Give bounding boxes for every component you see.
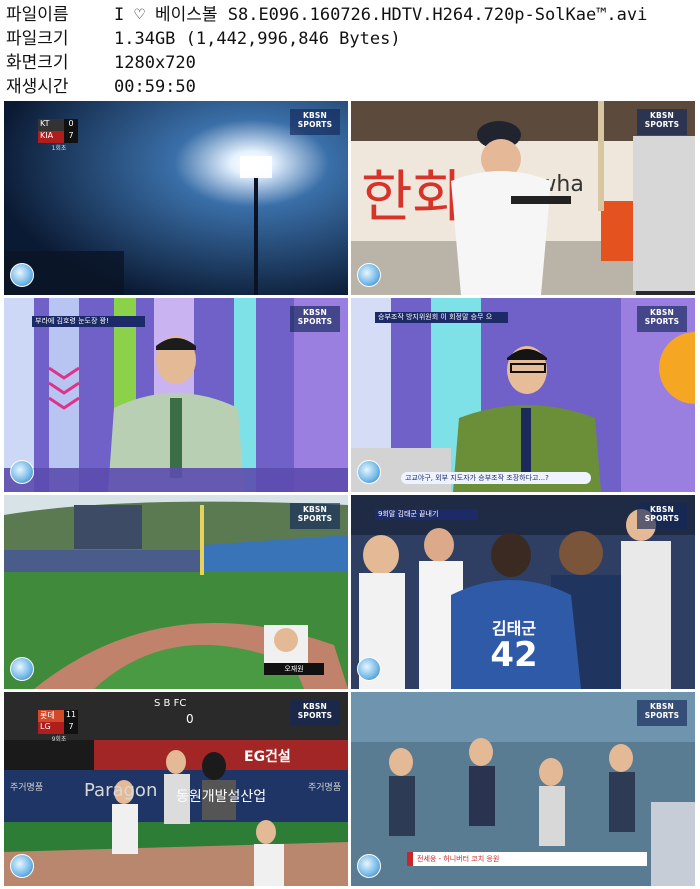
team-runs: 7 — [64, 722, 78, 734]
team-runs: 0 — [64, 119, 78, 131]
team-name: 롯데 — [38, 710, 64, 722]
channel-bug: KBSN SPORTS — [290, 109, 340, 135]
show-logo-icon — [357, 854, 381, 878]
ad-text: 주거명품 — [10, 783, 44, 793]
scoreboard: KT 0 KIA 7 1회초 — [38, 119, 80, 152]
thumbnail-8[interactable]: 전세웅 - 허니버터 코치 응원 KBSN SPORTS — [351, 692, 695, 886]
team-name: KT — [38, 119, 64, 131]
ad-text: Paragon — [84, 780, 158, 801]
sign-text: 한화 — [361, 165, 464, 230]
show-logo-icon — [10, 460, 34, 484]
field-board-number: 0 — [186, 712, 194, 726]
info-row-duration: 재생시간 00:59:50 — [6, 75, 700, 99]
scoreboard-name: 오재원 — [264, 663, 324, 675]
team-name: KIA — [38, 131, 64, 143]
inning-label: 9회초 — [51, 736, 67, 743]
info-key: 파일크기 — [6, 29, 69, 49]
ad-text: 동원개발설산업 — [176, 789, 267, 805]
info-value: 1280x720 — [114, 53, 196, 73]
channel-bug: KBSN SPORTS — [637, 306, 687, 332]
channel-name: KBSN SPORTS — [644, 702, 680, 720]
channel-bug: KBSN SPORTS — [637, 109, 687, 135]
team-runs: 7 — [64, 131, 78, 143]
subtitle-bar: 고교야구, 외부 지도자가 승부조작 조장하다고...? — [401, 472, 591, 484]
channel-bug: KBSN SPORTS — [637, 503, 687, 529]
show-logo-icon — [357, 460, 381, 484]
team-runs: 11 — [64, 710, 78, 722]
info-key: 화면크기 — [6, 53, 69, 73]
show-logo-icon — [10, 854, 34, 878]
show-logo-icon — [10, 657, 34, 681]
caption: 승부조작 방지위원회 이 회정말 승무 으 — [375, 312, 508, 323]
info-key: 파일이름 — [6, 5, 69, 25]
channel-bug: KBSN SPORTS — [290, 503, 340, 529]
channel-name: KBSN SPORTS — [644, 505, 680, 523]
info-row-filename: 파일이름 I ♡ 베이스볼 S8.E096.160726.HDTV.H264.7… — [6, 3, 700, 27]
thumbnail-6[interactable]: 김태군 42 9회말 김태군 끝내기 KBSN SPORTS — [351, 495, 695, 689]
caption: 부라에 김호령 눈도장 꽝! — [32, 316, 145, 327]
channel-bug: KBSN SPORTS — [290, 306, 340, 332]
info-row-filesize: 파일크기 1.34GB (1,442,996,846 Bytes) — [6, 27, 700, 51]
info-row-resolution: 화면크기 1280x720 — [6, 51, 700, 75]
file-info-panel: 파일이름 I ♡ 베이스볼 S8.E096.160726.HDTV.H264.7… — [6, 3, 700, 99]
thumbnail-1[interactable]: KT 0 KIA 7 1회초 KBSN SPORTS — [4, 101, 348, 295]
channel-name: KBSN SPORTS — [297, 111, 333, 129]
caption: 9회말 김태군 끝내기 — [375, 509, 478, 520]
thumbnail-4[interactable]: 승부조작 방지위원회 이 회정말 승무 으 고교야구, 외부 지도자가 승부조작… — [351, 298, 695, 492]
info-value: 1.34GB (1,442,996,846 Bytes) — [114, 29, 401, 49]
thumbnail-7[interactable]: 롯데 11 LG 7 9회초 S B FC 0 EG건설 Paragon 동원개발설… — [4, 692, 348, 886]
ad-text: 주거명품 — [308, 783, 342, 793]
jersey-number: 42 — [490, 635, 538, 675]
channel-bug: KBSN SPORTS — [290, 700, 340, 726]
field-board: S B FC — [154, 698, 187, 709]
scoreboard: 롯데 11 LG 7 9회초 — [38, 710, 80, 743]
show-logo-icon — [357, 263, 381, 287]
info-value: 00:59:50 — [114, 77, 196, 97]
team-name: LG — [38, 722, 64, 734]
ad-text: EG건설 — [244, 749, 291, 765]
thumbnail-5[interactable]: 오재원 KBSN SPORTS — [4, 495, 348, 689]
show-logo-icon — [10, 263, 34, 287]
inning-label: 1회초 — [51, 145, 67, 152]
info-value: I ♡ 베이스볼 S8.E096.160726.HDTV.H264.720p-S… — [114, 5, 648, 25]
channel-bug: KBSN SPORTS — [637, 700, 687, 726]
caption: 전세웅 - 허니버터 코치 응원 — [407, 852, 647, 866]
channel-name: KBSN SPORTS — [297, 702, 333, 720]
channel-name: KBSN SPORTS — [644, 111, 680, 129]
channel-name: KBSN SPORTS — [644, 308, 680, 326]
thumbnail-2[interactable]: 한화 anwha KBSN SPORTS — [351, 101, 695, 295]
info-key: 재생시간 — [6, 77, 69, 97]
show-logo-icon — [357, 657, 381, 681]
channel-name: KBSN SPORTS — [297, 505, 333, 523]
thumbnail-3[interactable]: 부라에 김호령 눈도장 꽝! KBSN SPORTS — [4, 298, 348, 492]
thumbnail-grid: KT0 KIA7 1회초 KBSN SPORTS 한화 anwha KBSN S… — [4, 101, 696, 887]
channel-name: KBSN SPORTS — [297, 308, 333, 326]
